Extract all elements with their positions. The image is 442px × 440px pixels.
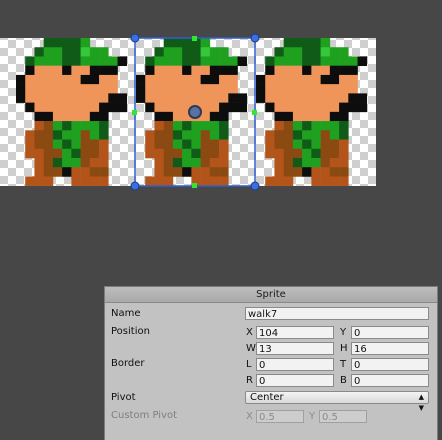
corner-handle-br — [250, 181, 260, 191]
sprite-panel: Sprite Name walk7 Position X 104 Y 0 W 1… — [104, 286, 438, 440]
h-field[interactable]: 16 — [351, 342, 429, 355]
l-label: L — [246, 359, 252, 370]
w-field[interactable]: 13 — [256, 342, 334, 355]
x-field[interactable]: 104 — [256, 326, 334, 339]
w-label: W — [246, 343, 256, 354]
h-label: H — [340, 343, 348, 354]
x-label: X — [246, 327, 253, 338]
position-label: Position — [111, 326, 150, 337]
pivot-label: Pivot — [111, 392, 136, 403]
custom-pivot-y-label: Y — [309, 411, 316, 422]
r-label: R — [246, 375, 253, 386]
custom-pivot-x-field: 0.5 — [256, 410, 304, 423]
dropdown-arrow-icon: ▲ ▼ — [418, 393, 424, 412]
name-field[interactable]: walk7 — [245, 307, 429, 320]
name-label: Name — [111, 308, 141, 319]
corner-handle-bl — [130, 181, 140, 191]
edge-handle-bottom — [192, 183, 197, 188]
b-label: B — [340, 375, 347, 386]
corner-handle-tr — [250, 33, 260, 43]
edge-handle-left — [132, 110, 137, 115]
edge-handle-top — [192, 36, 197, 41]
l-field[interactable]: 0 — [256, 358, 334, 371]
t-label: T — [340, 359, 347, 370]
pivot-handle — [188, 105, 202, 119]
pivot-dropdown[interactable]: Center ▲ ▼ — [245, 391, 429, 412]
custom-pivot-label: Custom Pivot — [111, 410, 178, 421]
corner-handle-tl — [130, 33, 140, 43]
custom-pivot-x-label: X — [246, 411, 253, 422]
custom-pivot-y-field: 0.5 — [319, 410, 367, 423]
y-label: Y — [340, 327, 347, 338]
edge-handle-right — [252, 110, 257, 115]
b-field[interactable]: 0 — [351, 374, 429, 387]
panel-header: Sprite — [105, 287, 437, 303]
t-field[interactable]: 0 — [351, 358, 429, 371]
r-field[interactable]: 0 — [256, 374, 334, 387]
border-label: Border — [111, 358, 145, 369]
pivot-value: Center — [250, 392, 284, 403]
y-field[interactable]: 0 — [351, 326, 429, 339]
